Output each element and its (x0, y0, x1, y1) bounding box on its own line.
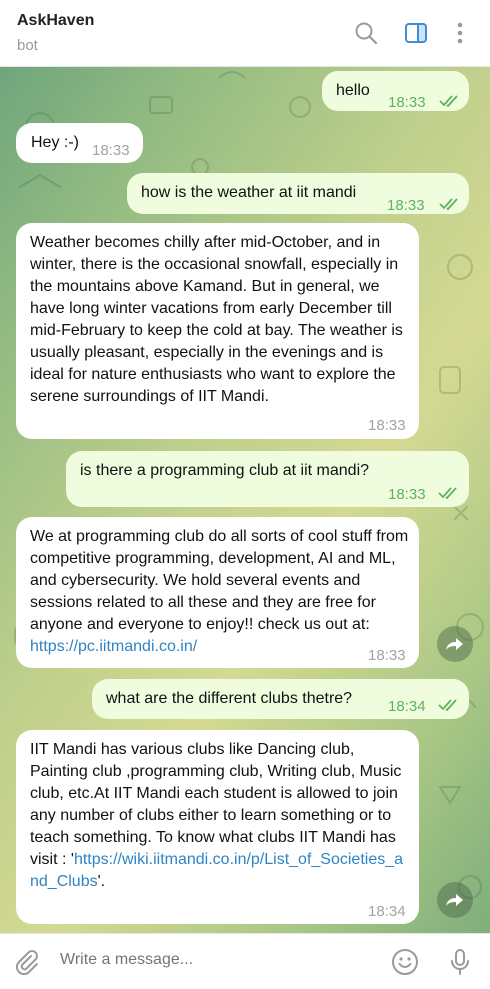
emoji-icon[interactable] (390, 947, 420, 977)
message-input[interactable] (60, 951, 360, 969)
search-icon[interactable] (353, 20, 379, 46)
message-time: 18:33 (388, 94, 426, 111)
forward-icon (446, 894, 463, 906)
message-text: IIT Mandi has various clubs like Dancing… (30, 739, 410, 893)
message-link[interactable]: https://pc.iitmandi.co.in/ (30, 638, 197, 655)
message-text: We at programming club do all sorts of c… (30, 526, 410, 658)
message-time: 18:33 (92, 142, 130, 159)
message-text: Weather becomes chilly after mid-October… (30, 234, 408, 405)
forward-button[interactable] (437, 882, 473, 918)
message-text: what are the different clubs thetre? (106, 690, 353, 707)
chat-title[interactable]: AskHaven (17, 12, 94, 30)
message-list[interactable]: hello 18:33 Hey :-) 18:33 how is the wea… (0, 67, 490, 933)
forward-icon (446, 638, 463, 650)
message-bubble-outgoing[interactable]: what are the different clubs thetre? 18:… (92, 679, 469, 719)
chat-header: AskHaven bot (0, 0, 490, 67)
message-text-tail: '. (97, 873, 106, 890)
paperclip-icon[interactable] (12, 947, 42, 977)
message-time: 18:33 (368, 647, 406, 664)
message-bubble-outgoing[interactable]: hello 18:33 (322, 71, 469, 111)
read-checkmarks-icon (439, 95, 458, 107)
message-text: how is the weather at iit mandi (141, 184, 357, 201)
microphone-icon[interactable] (445, 947, 475, 977)
message-text: hello (336, 82, 370, 99)
message-time: 18:34 (388, 698, 426, 715)
message-link[interactable]: https://wiki.iitmandi.co.in/p/List_of_So… (30, 851, 403, 890)
message-text-body: We at programming club do all sorts of c… (30, 528, 413, 633)
message-composer (0, 933, 490, 989)
more-vertical-icon[interactable] (447, 20, 473, 46)
chat-subtitle: bot (17, 37, 38, 54)
forward-button[interactable] (437, 626, 473, 662)
read-checkmarks-icon (438, 487, 457, 499)
message-time: 18:33 (387, 197, 425, 214)
message-text-body: IIT Mandi has various clubs like Dancing… (30, 741, 406, 868)
read-checkmarks-icon (438, 699, 457, 711)
message-bubble-incoming[interactable]: Weather becomes chilly after mid-October… (16, 223, 419, 439)
message-bubble-incoming[interactable]: We at programming club do all sorts of c… (16, 517, 419, 668)
message-text: Hey :-) (31, 134, 79, 151)
message-time: 18:34 (368, 903, 406, 920)
read-checkmarks-icon (439, 198, 458, 210)
message-bubble-incoming[interactable]: IIT Mandi has various clubs like Dancing… (16, 730, 419, 924)
sidebar-toggle-icon[interactable] (403, 20, 429, 46)
message-text: is there a programming club at iit mandi… (80, 462, 370, 479)
message-bubble-outgoing[interactable]: how is the weather at iit mandi 18:33 (127, 173, 469, 214)
message-bubble-incoming[interactable]: Hey :-) 18:33 (16, 123, 143, 163)
message-time: 18:33 (368, 417, 406, 434)
message-bubble-outgoing[interactable]: is there a programming club at iit mandi… (66, 451, 469, 507)
message-time: 18:33 (388, 486, 426, 503)
